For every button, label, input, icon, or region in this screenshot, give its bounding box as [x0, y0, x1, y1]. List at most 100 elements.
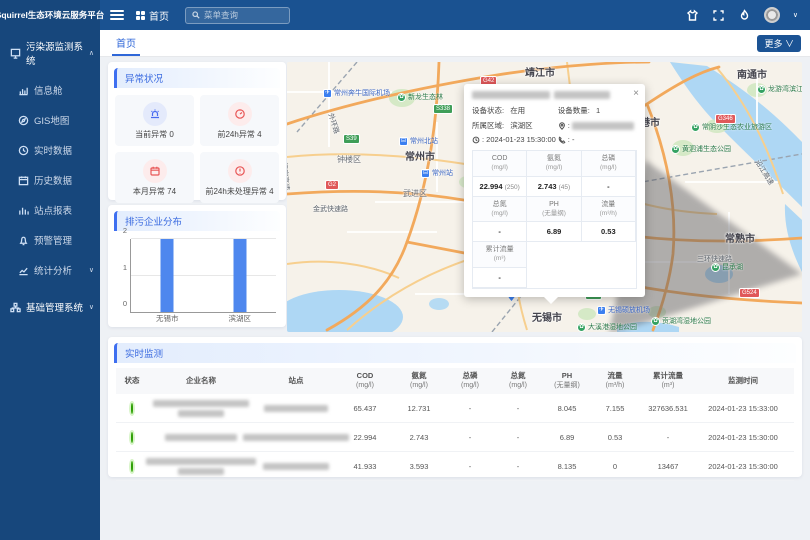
- status-dot-green: [131, 432, 133, 443]
- metric-unit: (mg/l): [491, 164, 508, 171]
- map-poi[interactable]: ✈ 无锡硕放机场: [597, 305, 650, 315]
- stat-value: 4: [269, 187, 273, 196]
- map-poi[interactable]: ✈ 常州奔牛国际机场: [323, 88, 390, 98]
- monitor-card-title: 实时监测: [114, 343, 796, 363]
- metric-unit: (mg/l): [491, 210, 508, 217]
- sidebar-item-history-data[interactable]: 历史数据: [0, 165, 100, 195]
- fullscreen-icon[interactable]: [712, 9, 725, 22]
- chart-category-label: 滨湖区: [204, 313, 277, 324]
- column-header: 监测时间: [698, 374, 788, 387]
- map-poi[interactable]: ✿ 黄泗浦生态公园: [671, 144, 731, 154]
- stat-month-abnormal[interactable]: 本月异常 74: [115, 152, 194, 203]
- sidebar-group-pollution-monitor[interactable]: 污染源监测系统 ∧: [0, 30, 100, 75]
- sidebar-item-realtime-data[interactable]: 实时数据: [0, 135, 100, 165]
- metric-threshold: (250): [505, 184, 520, 191]
- stat-24h-unhandled-abnormal[interactable]: 前24h未处理异常 4: [200, 152, 279, 203]
- sidebar-item-label: 历史数据: [34, 173, 72, 187]
- cell-total-nitrogen: -: [494, 404, 542, 413]
- bar-chart-icon: [18, 205, 29, 216]
- siren-icon: [143, 102, 167, 126]
- company-name-redacted: [148, 400, 254, 417]
- sidebar-item-gis-map[interactable]: GIS地图: [0, 105, 100, 135]
- metric-unit: (mg/l): [600, 164, 617, 171]
- column-header: 氨氮(mg/l): [392, 369, 446, 393]
- popup-metric-cell: PH(无量纲) 6.89: [527, 197, 581, 243]
- poi-icon: ⊟: [421, 169, 430, 178]
- map-poi[interactable]: ✿ 大溪港湿地公园: [577, 322, 637, 332]
- poi-icon: ✿: [757, 85, 766, 94]
- sidebar-item-label: 信息舱: [34, 83, 63, 97]
- hamburger-menu-icon[interactable]: [110, 10, 124, 20]
- map-poi[interactable]: ✿ 昆承湖: [711, 262, 743, 272]
- flame-icon[interactable]: [738, 9, 751, 22]
- search-input[interactable]: [204, 10, 283, 20]
- map-label: 武进区: [403, 188, 427, 199]
- sidebar-item-station-report[interactable]: 站点报表: [0, 195, 100, 225]
- poi-label: 常阴沙生态农业旅游区: [702, 122, 772, 132]
- stat-current-abnormal[interactable]: 当前异常 0: [115, 95, 194, 146]
- table-row[interactable]: 22.994 2.743 - - 6.89 0.53 - 2024-01-23 …: [116, 423, 794, 452]
- map-poi[interactable]: ✿ 龙游湾滨江风光带: [757, 84, 802, 94]
- map-label: 无锡市: [532, 309, 562, 324]
- metric-value: -: [498, 227, 501, 236]
- stat-24h-abnormal[interactable]: 前24h异常 4: [200, 95, 279, 146]
- column-header: 累计流量(m³): [638, 369, 698, 393]
- stat-value: 0: [169, 130, 173, 139]
- column-header: 企业名称: [148, 374, 254, 387]
- device-status: 设备状态: 在用: [472, 105, 558, 116]
- skin-icon[interactable]: [686, 9, 699, 22]
- station-name-redacted: [254, 463, 338, 470]
- chart-bar[interactable]: [233, 239, 246, 312]
- cell-flow: 0.53: [592, 433, 638, 442]
- sidebar-item-label: 统计分析: [34, 263, 72, 277]
- map-poi[interactable]: ✿ 新龙生态林: [397, 92, 443, 102]
- chart-bar[interactable]: [161, 239, 174, 312]
- cell-total-nitrogen: -: [494, 462, 542, 471]
- sidebar-item-label: GIS地图: [34, 113, 69, 127]
- station-name-redacted: [254, 434, 338, 441]
- device-address: :: [558, 120, 637, 131]
- popup-metric-cell: 总磷(mg/l) -: [582, 151, 636, 197]
- realtime-monitor-card: 实时监测 状态 企业名称 站点 COD(mg/l) 氨氮(mg/l) 总磷(mg…: [108, 337, 802, 477]
- chevron-down-icon[interactable]: ∨: [793, 11, 798, 19]
- cell-ammonia: 12.731: [392, 404, 446, 413]
- sidebar-item-statistics[interactable]: 统计分析 ∨: [0, 255, 100, 285]
- metric-threshold: (45): [559, 184, 571, 191]
- sidebar-item-info-cabin[interactable]: 信息舱: [0, 75, 100, 105]
- company-name-redacted: [148, 434, 254, 441]
- poi-label: 大溪港湿地公园: [588, 322, 637, 332]
- phone-icon: [558, 136, 566, 144]
- metric-name: 氨氮: [547, 155, 561, 162]
- breadcrumb-label: 首页: [149, 8, 169, 23]
- device-info-popup: × 设备状态: 在用 设备数量: 1 所属区域: 滨湖区 : : 2024-01…: [464, 84, 645, 297]
- cell-total-phosphorus: -: [446, 462, 494, 471]
- redacted-text-block: [472, 91, 550, 99]
- metric-unit: (m³/h): [600, 210, 617, 217]
- metric-name: 总氮: [493, 201, 507, 208]
- tab-home[interactable]: 首页: [112, 30, 140, 56]
- popup-title-redacted: [472, 91, 637, 99]
- menu-search[interactable]: [185, 7, 290, 24]
- close-icon[interactable]: ×: [633, 88, 639, 99]
- table-row[interactable]: 65.437 12.731 - - 8.045 7.155 327636.531…: [116, 394, 794, 423]
- chart-category-label: 无锡市: [131, 313, 204, 324]
- alert-icon: [228, 159, 252, 183]
- metric-value: 6.89: [547, 227, 562, 236]
- enterprise-distribution-card: 排污企业分布 012无锡市滨湖区: [108, 205, 286, 327]
- device-time: : 2024-01-23 15:30:00: [472, 135, 558, 144]
- cell-monitor-time: 2024-01-23 15:33:00: [698, 404, 788, 413]
- user-avatar[interactable]: [764, 7, 780, 23]
- map-poi[interactable]: ✿ 贡湖湾湿地公园: [651, 316, 711, 326]
- poi-icon: ✿: [577, 323, 586, 332]
- sidebar-item-alert-management[interactable]: 预警管理: [0, 225, 100, 255]
- map-label: 常熟市: [725, 230, 755, 245]
- table-row[interactable]: 41.933 3.593 - - 8.135 0 13467 2024-01-2…: [116, 452, 794, 481]
- device-phone: : -: [558, 135, 637, 144]
- breadcrumb[interactable]: 首页: [136, 8, 169, 23]
- map-poi[interactable]: ⊟ 常州站: [421, 168, 453, 178]
- road-badge: G2: [325, 180, 339, 190]
- more-button[interactable]: 更多 ∨: [757, 35, 801, 52]
- map-poi[interactable]: ⊟ 常州北站: [399, 136, 438, 146]
- sidebar-group-base-management[interactable]: 基础管理系统 ∨: [0, 291, 100, 322]
- map-label: 靖江市: [525, 64, 555, 79]
